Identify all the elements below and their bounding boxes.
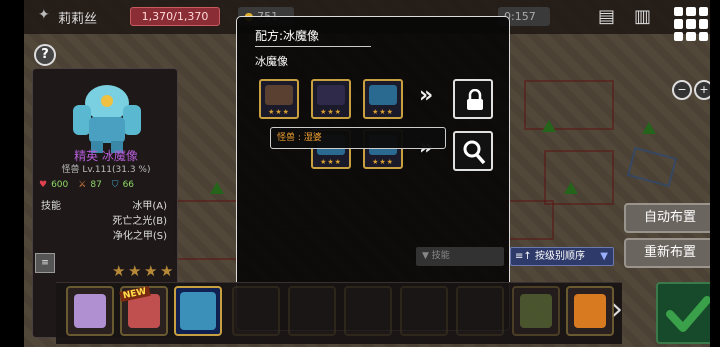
sort-label: 按级别顺序 xyxy=(534,251,585,262)
skill-filter[interactable]: ▼ 技能 xyxy=(416,247,504,266)
monster-stats: ♥ 600 ⚔ 87 ⛉ 66 xyxy=(39,180,134,190)
ingredient-slot[interactable]: ★★★ xyxy=(363,79,403,119)
star-icon: ★ xyxy=(144,262,158,280)
roster-monster[interactable] xyxy=(344,286,392,336)
ingredient-slot[interactable]: ★★★ xyxy=(259,79,299,119)
recipe-subtitle: 冰魔像 xyxy=(255,55,288,68)
heart-icon: ♥ xyxy=(39,180,48,190)
left-edge xyxy=(0,0,24,347)
roster-monster[interactable] xyxy=(512,286,560,336)
confirm-button[interactable] xyxy=(656,282,716,344)
hp-value: 600 xyxy=(51,180,69,190)
roster-monster[interactable] xyxy=(400,286,448,336)
skill-item: 死亡之光(B) xyxy=(112,216,167,227)
menu-grid-button[interactable] xyxy=(671,4,711,44)
ingredient-slot[interactable]: ★★★ xyxy=(311,79,351,119)
zoom-out-button[interactable]: − xyxy=(672,80,692,100)
roster-monster[interactable] xyxy=(456,286,504,336)
player-name: 莉莉丝 xyxy=(58,12,98,27)
roster-monster-selected[interactable] xyxy=(174,286,222,336)
skill-item: 冰甲(A) xyxy=(132,201,167,212)
defense-value: 66 xyxy=(122,180,135,190)
result-slot-search[interactable] xyxy=(453,131,493,171)
redeploy-button[interactable]: 重新布置 xyxy=(624,238,716,268)
roster-monster[interactable] xyxy=(66,286,114,336)
notebook-icon[interactable]: ▥ xyxy=(634,6,651,27)
ice-golem-portrait xyxy=(73,85,141,153)
monster-level: 怪兽 Lv.111(31.3 %) xyxy=(61,165,151,175)
castle-icon[interactable]: ✦ xyxy=(38,7,50,23)
scroll-icon[interactable]: ≡ xyxy=(35,253,55,273)
hp-bar: 1,370/1,370 xyxy=(130,7,220,26)
result-slot-locked[interactable] xyxy=(453,79,493,119)
sort-dropdown[interactable]: ≡↑ 按级别顺序 ▼ xyxy=(510,247,614,266)
ingredient-tooltip: 怪兽 : 湿婆 xyxy=(270,127,446,149)
skill-item: 净化之甲(S) xyxy=(112,231,167,242)
chevron-right-icon[interactable]: › xyxy=(611,292,623,327)
shield-icon: ⛉ xyxy=(111,180,119,190)
arrow-right-icon: » xyxy=(419,83,434,108)
roster-monster[interactable] xyxy=(566,286,614,336)
sword-icon: ⚔ xyxy=(78,180,87,190)
star-icon: ★ xyxy=(160,262,174,280)
title-divider xyxy=(255,46,371,47)
checkmark-icon xyxy=(666,296,711,332)
auto-deploy-button[interactable]: 自动布置 xyxy=(624,203,716,233)
skills-label: 技能 xyxy=(41,201,61,212)
sort-icon: ≡↑ xyxy=(515,251,532,262)
right-edge xyxy=(710,0,720,347)
attack-value: 87 xyxy=(90,180,102,190)
filter-icon: ▼ xyxy=(422,251,429,261)
help-button[interactable]: ? xyxy=(34,44,56,66)
filter-label: 技能 xyxy=(431,251,450,261)
star-icon: ★ xyxy=(128,262,142,280)
roster-monster[interactable] xyxy=(232,286,280,336)
magnifier-icon xyxy=(463,140,486,165)
star-icon: ★ xyxy=(112,262,126,280)
roster-monster[interactable] xyxy=(288,286,336,336)
recipe-title: 配方:冰魔像 xyxy=(255,29,320,43)
chevron-down-icon: ▼ xyxy=(600,251,608,262)
book-icon[interactable]: ▤ xyxy=(598,6,615,27)
lock-icon xyxy=(467,89,483,110)
